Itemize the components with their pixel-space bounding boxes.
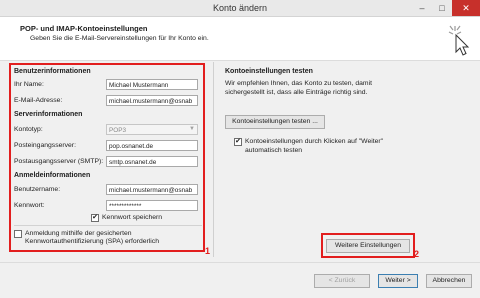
- header-title: POP- und IMAP-Kontoeinstellungen: [20, 24, 148, 33]
- test-description-line1: Wir empfehlen Ihnen, das Konto zu testen…: [225, 80, 372, 87]
- auto-test-checkbox[interactable]: ✔: [234, 138, 242, 146]
- badge-2: 2: [414, 249, 420, 259]
- close-icon[interactable]: ✕: [452, 0, 480, 16]
- cancel-button[interactable]: Abbrechen: [426, 274, 472, 288]
- dialog-header: POP- und IMAP-Kontoeinstellungen Geben S…: [0, 17, 480, 61]
- cursor-click-icon: [448, 25, 470, 56]
- back-button[interactable]: < Zurück: [314, 274, 370, 288]
- next-button[interactable]: Weiter >: [378, 274, 418, 288]
- highlight-box-2: [321, 233, 415, 258]
- window-title: Konto ändern: [212, 3, 268, 13]
- header-subtitle: Geben Sie die E-Mail-Servereinstellungen…: [30, 35, 209, 42]
- test-section-title: Kontoeinstellungen testen: [225, 68, 313, 75]
- auto-test-label-line2: automatisch testen: [245, 147, 303, 154]
- test-description-line2: sichergestellt ist, dass alle Einträge r…: [225, 89, 368, 96]
- title-bar: Konto ändern – □ ✕: [0, 0, 480, 17]
- test-settings-button[interactable]: Kontoeinstellungen testen ...: [225, 115, 325, 129]
- column-divider: [213, 62, 214, 257]
- minimize-icon[interactable]: –: [412, 0, 432, 16]
- content-area: Benutzerinformationen Ihr Name: Michael …: [0, 62, 480, 262]
- highlight-box-1: [9, 63, 205, 252]
- badge-1: 1: [205, 246, 211, 256]
- dialog-footer: < Zurück Weiter > Abbrechen: [0, 262, 480, 298]
- auto-test-label-line1: Kontoeinstellungen durch Klicken auf "We…: [245, 138, 384, 145]
- maximize-icon[interactable]: □: [432, 0, 452, 16]
